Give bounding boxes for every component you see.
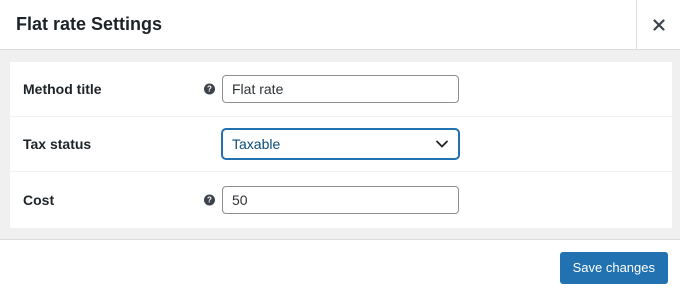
question-circle-icon[interactable]: ? xyxy=(204,83,215,95)
close-button[interactable] xyxy=(636,0,680,49)
tax-status-value: Taxable xyxy=(232,136,281,152)
settings-modal: Flat rate Settings Method title ? Tax st… xyxy=(0,0,680,290)
tax-status-label: Tax status xyxy=(23,136,92,152)
modal-footer: Save changes xyxy=(0,239,680,290)
settings-form: Method title ? Tax status Taxable Cost ? xyxy=(10,62,672,228)
modal-body: Method title ? Tax status Taxable Cost ? xyxy=(0,50,680,239)
question-circle-icon[interactable]: ? xyxy=(204,194,215,205)
modal-title: Flat rate Settings xyxy=(16,14,163,34)
method-title-input[interactable] xyxy=(222,75,459,103)
save-changes-button[interactable]: Save changes xyxy=(559,252,668,284)
tax-status-row: Tax status Taxable xyxy=(10,117,672,172)
chevron-down-icon xyxy=(436,140,448,148)
method-title-row: Method title ? xyxy=(10,62,672,117)
cost-input[interactable] xyxy=(222,185,459,214)
tax-status-select[interactable]: Taxable xyxy=(222,129,459,159)
cost-label: Cost xyxy=(23,191,55,208)
modal-header: Flat rate Settings xyxy=(0,0,680,50)
method-title-label: Method title xyxy=(23,81,102,97)
cost-row: Cost ? xyxy=(10,172,672,227)
close-icon xyxy=(652,18,665,31)
